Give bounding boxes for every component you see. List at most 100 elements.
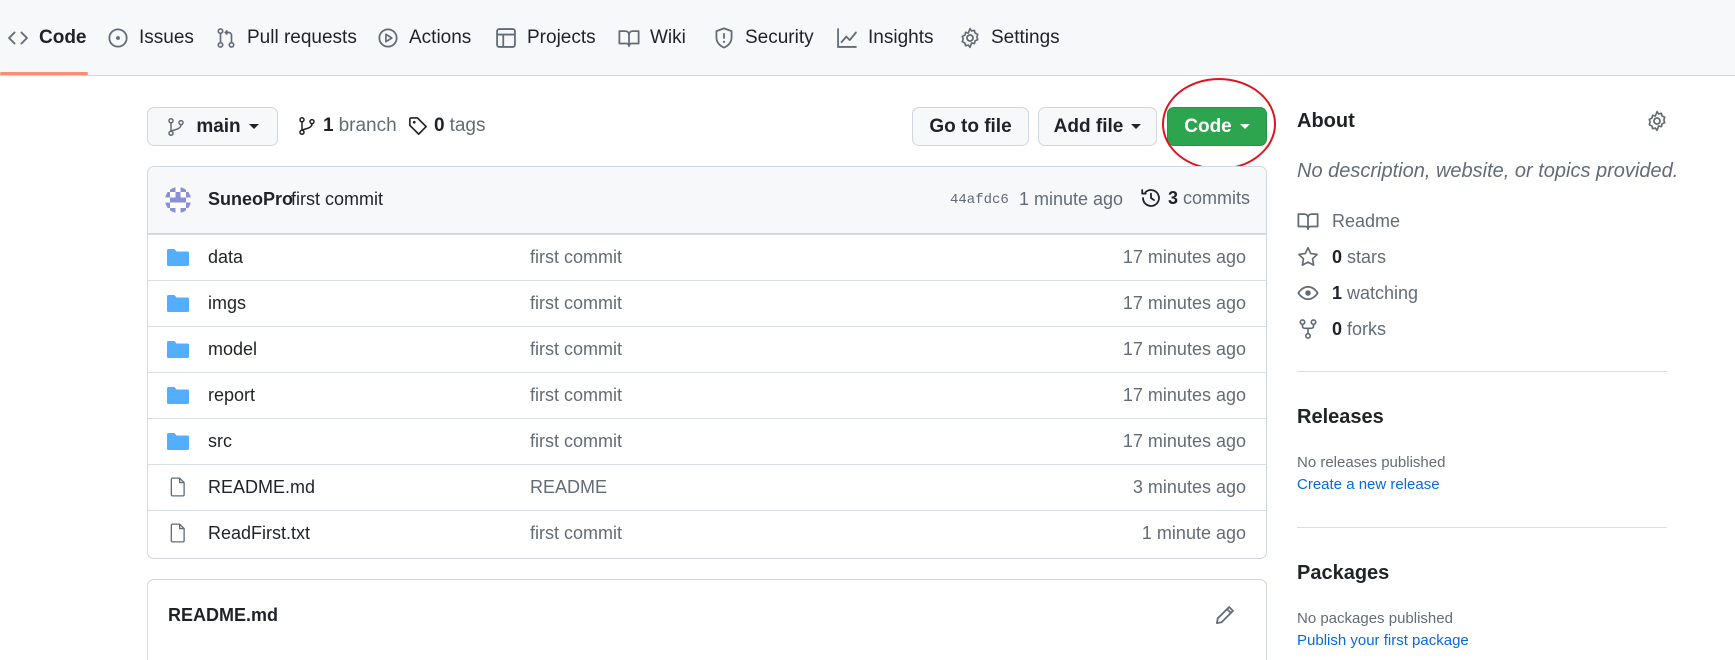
file-commit-message-link[interactable]: first commit	[530, 431, 622, 452]
packages-title[interactable]: Packages	[1297, 562, 1389, 585]
file-name-link[interactable]: report	[208, 385, 255, 406]
tab-pull-requests[interactable]: Pull requests	[215, 0, 357, 76]
folder-icon	[167, 385, 189, 405]
tab-label: Wiki	[650, 27, 686, 48]
tab-insights[interactable]: Insights	[836, 0, 933, 76]
tag-icon	[408, 116, 428, 136]
commits-history-link[interactable]: 3 commits	[1140, 187, 1250, 209]
chevron-down-icon	[248, 124, 259, 129]
book-icon	[1297, 210, 1319, 232]
branch-label: branch	[338, 115, 397, 136]
create-release-link[interactable]: Create a new release	[1297, 476, 1440, 493]
file-name-link[interactable]: src	[208, 431, 232, 452]
tags-link[interactable]: 0 tags	[408, 115, 486, 137]
file-name-link[interactable]: README.md	[208, 477, 315, 498]
readme-label: Readme	[1332, 210, 1401, 231]
code-button-label: Code	[1184, 115, 1232, 137]
tab-label: Settings	[991, 27, 1060, 48]
tag-label: tags	[449, 115, 486, 136]
file-commit-message-link[interactable]: first commit	[530, 247, 622, 268]
go-to-file-label: Go to file	[929, 115, 1012, 137]
issue-icon	[107, 27, 129, 49]
file-name-link[interactable]: ReadFirst.txt	[208, 523, 310, 544]
code-button[interactable]: Code	[1167, 107, 1267, 146]
table-icon	[495, 27, 517, 49]
file-commit-message-link[interactable]: README	[530, 477, 607, 498]
branch-name: main	[196, 115, 241, 137]
tab-label: Pull requests	[247, 27, 357, 48]
branches-link[interactable]: 1 branch	[297, 115, 397, 137]
table-row[interactable]: imgs first commit 17 minutes ago	[148, 280, 1266, 326]
active-tab-indicator	[0, 72, 88, 75]
file-name-link[interactable]: data	[208, 247, 243, 268]
history-icon	[1140, 187, 1162, 209]
file-name-link[interactable]: model	[208, 339, 257, 360]
watching-link[interactable]: 1 watching	[1297, 282, 1418, 304]
table-row[interactable]: README.md README 3 minutes ago	[148, 464, 1266, 510]
tab-label: Actions	[409, 27, 472, 48]
readme-title: README.md	[168, 605, 279, 625]
avatar[interactable]	[165, 187, 191, 213]
tab-code[interactable]: Code	[7, 0, 87, 76]
shield-icon	[713, 27, 735, 49]
gear-icon[interactable]	[1646, 110, 1668, 132]
tab-label: Issues	[139, 27, 194, 48]
tab-label: Code	[39, 27, 87, 48]
file-commit-message-link[interactable]: first commit	[530, 523, 622, 544]
stars-label: stars	[1347, 246, 1387, 267]
publish-package-link[interactable]: Publish your first package	[1297, 632, 1469, 649]
file-commit-message-link[interactable]: first commit	[530, 385, 622, 406]
stars-count: 0	[1332, 246, 1343, 267]
branch-icon	[297, 116, 317, 136]
table-row[interactable]: report first commit 17 minutes ago	[148, 372, 1266, 418]
table-row[interactable]: model first commit 17 minutes ago	[148, 326, 1266, 372]
tab-security[interactable]: Security	[713, 0, 814, 76]
tab-label: Insights	[868, 27, 934, 48]
commit-time: 1 minute ago	[1019, 189, 1124, 209]
pull-request-icon	[215, 27, 237, 49]
book-icon	[618, 27, 640, 49]
tab-wiki[interactable]: Wiki	[618, 0, 686, 76]
file-commit-message-link[interactable]: first commit	[530, 293, 622, 314]
graph-icon	[836, 27, 858, 49]
tab-label: Security	[745, 27, 814, 48]
folder-icon	[167, 247, 189, 267]
add-file-button[interactable]: Add file	[1038, 107, 1157, 146]
pencil-icon[interactable]	[1214, 604, 1236, 626]
file-commit-message-link[interactable]: first commit	[530, 339, 622, 360]
table-row[interactable]: data first commit 17 minutes ago	[148, 234, 1266, 280]
table-row[interactable]: src first commit 17 minutes ago	[148, 418, 1266, 464]
eye-icon	[1297, 282, 1319, 304]
releases-title[interactable]: Releases	[1297, 406, 1384, 429]
file-name-link[interactable]: imgs	[208, 293, 246, 314]
divider	[1297, 371, 1667, 372]
watching-label: watching	[1347, 282, 1419, 303]
commit-sha-link[interactable]: 44afdc6	[950, 192, 1009, 208]
play-icon	[377, 27, 399, 49]
forks-link[interactable]: 0 forks	[1297, 318, 1386, 340]
table-row[interactable]: ReadFirst.txt first commit 1 minute ago	[148, 510, 1266, 556]
go-to-file-button[interactable]: Go to file	[912, 107, 1029, 146]
tab-projects[interactable]: Projects	[495, 0, 596, 76]
branch-select-button[interactable]: main	[147, 107, 278, 146]
commit-author-link[interactable]: SuneoPro	[208, 189, 293, 210]
file-icon	[167, 523, 189, 543]
branch-count: 1	[323, 115, 334, 136]
about-title: About	[1297, 110, 1355, 132]
releases-empty-text: No releases published	[1297, 454, 1446, 471]
tab-actions[interactable]: Actions	[377, 0, 471, 76]
readme-link[interactable]: Readme	[1297, 210, 1400, 232]
file-icon	[167, 477, 189, 497]
file-time: 17 minutes ago	[1122, 339, 1246, 359]
tab-settings[interactable]: Settings	[959, 0, 1060, 76]
chevron-down-icon	[1239, 124, 1250, 129]
stars-link[interactable]: 0 stars	[1297, 246, 1386, 268]
file-time: 17 minutes ago	[1122, 293, 1246, 313]
tag-count: 0	[434, 115, 445, 136]
gear-icon	[959, 27, 981, 49]
commit-message-link[interactable]: first commit	[291, 189, 383, 210]
tab-issues[interactable]: Issues	[107, 0, 194, 76]
file-time: 1 minute ago	[1141, 523, 1246, 543]
star-icon	[1297, 246, 1319, 268]
repo-nav: Code Issues Pull requests Actions Projec…	[0, 0, 1735, 76]
